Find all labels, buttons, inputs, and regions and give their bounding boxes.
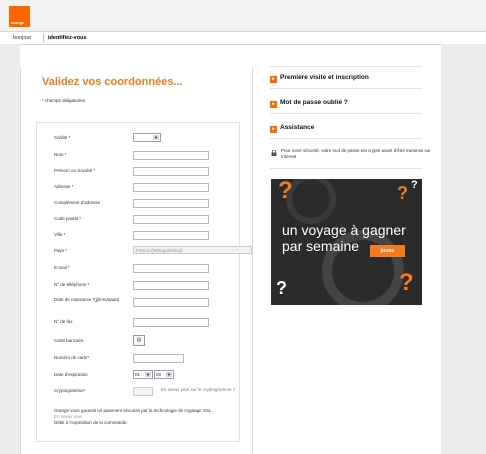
sidebar-divider [270,88,422,89]
question-mark-icon: ? [411,179,418,191]
sidebar-divider [270,113,422,114]
label-ville: Ville * [54,232,66,237]
code-postal-field[interactable] [133,215,209,224]
exp-month-value: 01 [135,372,141,377]
login-link[interactable]: identifiez-vous [48,35,87,41]
nav-bar: bonjour identifiez-vous [0,31,486,45]
ssl-note: Orange vous garantit un paiement sécuris… [54,408,234,426]
logo-text: orange [11,20,25,25]
promo-line-1: un voyage à gagner [282,222,406,238]
credit-card-icon[interactable]: ▤ [133,335,145,346]
sidebar-divider [270,168,422,169]
nom-field[interactable] [133,151,209,160]
forgot-password-link[interactable]: ▸ Mot de passe oublié ? [270,99,348,108]
label-cryptogramme: Cryptogramme* [54,388,86,393]
chevron-down-icon: ▼ [166,372,172,377]
left-margin [0,44,20,454]
question-mark-icon: ? [397,183,408,203]
registration-form: Civilité * ▼ Nom * Prénom ou Société * A… [36,122,252,442]
play-button[interactable]: jouez [370,245,405,257]
sidebar-divider [270,138,422,139]
label-adresse: Adresse * [54,184,74,189]
assistance-link[interactable]: ▸ Assistance [270,124,314,133]
label-prenom: Prénom ou Société * [54,168,96,173]
telephone-field[interactable] [133,281,209,290]
naissance-field[interactable] [133,298,209,307]
exp-year-value: 08 [156,372,162,377]
right-margin [441,44,486,454]
arrow-right-icon: ▸ [270,101,277,108]
nav-divider [43,34,44,42]
fax-field[interactable] [133,318,209,327]
orange-logo[interactable]: orange [9,6,30,27]
first-visit-label: Première visite et inscription [280,74,369,81]
question-mark-icon: ? [399,269,414,296]
arrow-right-icon: ▸ [270,126,277,133]
chevron-down-icon: ▼ [145,372,151,377]
label-expiration: Date d'expiration [54,372,88,377]
label-pays: Pays * [54,248,68,253]
form-panel: Validez vos coordonnées... * champs obli… [20,67,253,454]
numero-carte-field[interactable] [133,354,184,363]
label-civilite: Civilité * [54,135,71,140]
pays-value: France (Métropolitaine) [136,248,183,253]
pays-select[interactable]: France (Métropolitaine) [133,246,252,254]
cryptogramme-field[interactable] [133,387,153,396]
label-code-postal: Code postal * [54,216,82,221]
lock-icon [271,150,277,156]
complement-field[interactable] [133,199,209,208]
ville-field[interactable] [133,231,209,240]
email-field[interactable] [133,264,209,273]
label-telephone: N° de téléphone * [54,282,90,287]
civilite-select[interactable]: ▼ [133,133,161,142]
security-note: Pour votre sécurité, votre mot de passe … [281,148,431,159]
label-carte-bancaire: Carte bancaire [54,338,84,343]
first-visit-link[interactable]: ▸ Première visite et inscription [270,74,369,83]
exp-year-select[interactable]: 08 ▼ [154,370,174,379]
promo-banner[interactable]: ? ? ? ? ? un voyage à gagner par semaine… [271,179,422,305]
question-mark-icon: ? [278,179,293,204]
nav-hello: bonjour [13,35,32,41]
label-fax: N° de fax [54,319,73,324]
chevron-down-icon: ▼ [153,135,159,140]
label-nom: Nom * [54,152,67,157]
label-email: E-mail * [54,265,70,270]
label-complement: Complément d'adresse : [54,200,103,205]
forgot-password-label: Mot de passe oublié ? [280,99,348,106]
exp-month-select[interactable]: 01 ▼ [133,370,153,379]
label-numero-carte: Numéro de carte* [54,355,90,360]
question-mark-icon: ? [276,278,287,298]
adresse-field[interactable] [133,183,209,192]
crypto-help-link[interactable]: En savoir plus sur le cryptogramme ? [161,387,235,392]
sidebar-divider [270,66,422,67]
assistance-label: Assistance [280,124,315,131]
debit-note: Débit à l'expédition de la commande. [54,420,128,425]
prenom-field[interactable] [133,167,209,176]
arrow-right-icon: ▸ [270,76,277,83]
page-title: Validez vos coordonnées... [42,76,183,88]
label-naissance: Date de naissance *(jj/mm/aaaa) [54,297,120,302]
top-banner: orange [0,0,486,31]
required-note: * champs obligatoires [42,98,86,103]
